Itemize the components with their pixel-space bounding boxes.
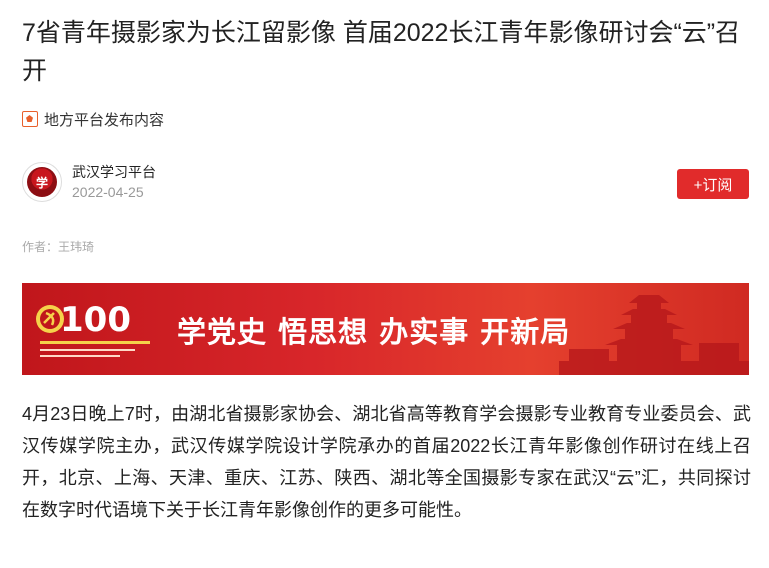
article-body: 4月23日晚上7时，由湖北省摄影家协会、湖北省高等教育学会摄影专业教育专业委员会… xyxy=(22,404,751,520)
author-name[interactable]: 武汉学习平台 xyxy=(72,162,156,182)
emblem-number: 100 xyxy=(60,300,131,340)
author-info[interactable]: 学 武汉学习平台 2022-04-25 xyxy=(22,162,156,202)
source-label: 地方平台发布内容 xyxy=(44,111,165,129)
publish-date: 2022-04-25 xyxy=(72,184,144,200)
yellow-crane-tower-icon xyxy=(559,295,749,375)
platform-badge-icon xyxy=(22,111,38,127)
wuhan-logo-icon: 学 xyxy=(27,167,57,197)
source-tag: 地方平台发布内容 xyxy=(22,108,164,130)
avatar[interactable]: 学 xyxy=(22,162,62,202)
subscribe-button[interactable]: +订阅 xyxy=(677,169,749,199)
article-banner-image: 100 学党史 悟思想 办实事 开新局 xyxy=(22,283,749,375)
banner-slogan: 学党史 悟思想 办实事 开新局 xyxy=(177,315,571,349)
party-100-emblem-icon: 100 xyxy=(36,300,150,357)
article-title: 7省青年摄影家为长江留影像 首届2022长江青年影像研讨会“云”召开 xyxy=(22,19,741,85)
author-meta: 武汉学习平台 2022-04-25 xyxy=(72,162,156,202)
byline: 作者：王玮琦 xyxy=(22,240,95,254)
